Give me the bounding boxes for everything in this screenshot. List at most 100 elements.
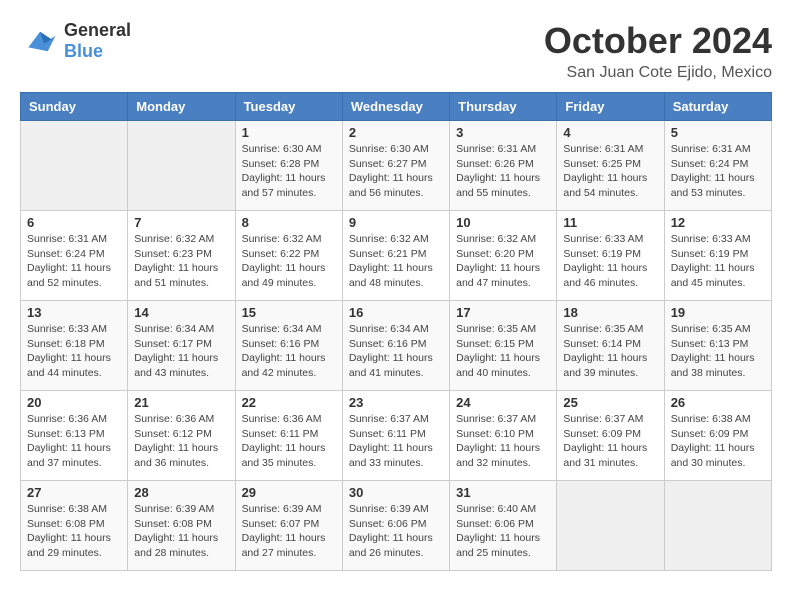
day-cell: 27 Sunrise: 6:38 AMSunset: 6:08 PMDayligh…: [21, 481, 128, 571]
day-number: 24: [456, 395, 550, 410]
day-cell: 5 Sunrise: 6:31 AMSunset: 6:24 PMDaylight…: [664, 121, 771, 211]
day-cell: 10 Sunrise: 6:32 AMSunset: 6:20 PMDayligh…: [450, 211, 557, 301]
day-number: 9: [349, 215, 443, 230]
day-number: 7: [134, 215, 228, 230]
day-cell: 7Sunrise: 6:32 AMSunset: 6:23 PMDaylight…: [128, 211, 235, 301]
day-info: Sunrise: 6:35 AMSunset: 6:13 PMDaylight:…: [671, 322, 765, 381]
day-cell: 13 Sunrise: 6:33 AMSunset: 6:18 PMDayligh…: [21, 301, 128, 391]
calendar-header: SundayMondayTuesdayWednesdayThursdayFrid…: [21, 93, 772, 121]
day-number: 14: [134, 305, 228, 320]
day-cell: 19 Sunrise: 6:35 AMSunset: 6:13 PMDayligh…: [664, 301, 771, 391]
day-cell: [21, 121, 128, 211]
day-cell: 11Sunrise: 6:33 AMSunset: 6:19 PMDayligh…: [557, 211, 664, 301]
day-cell: 28 Sunrise: 6:39 AMSunset: 6:08 PMDayligh…: [128, 481, 235, 571]
day-cell: 31 Sunrise: 6:40 AMSunset: 6:06 PMDayligh…: [450, 481, 557, 571]
calendar-body: 1 Sunrise: 6:30 AMSunset: 6:28 PMDaylight…: [21, 121, 772, 571]
week-row-2: 6 Sunrise: 6:31 AMSunset: 6:24 PMDaylight…: [21, 211, 772, 301]
day-cell: 9 Sunrise: 6:32 AMSunset: 6:21 PMDaylight…: [342, 211, 449, 301]
day-cell: 20Sunrise: 6:36 AMSunset: 6:13 PMDayligh…: [21, 391, 128, 481]
day-info: Sunrise: 6:33 AMSunset: 6:19 PMDaylight:…: [671, 232, 765, 291]
day-cell: 29 Sunrise: 6:39 AMSunset: 6:07 PMDayligh…: [235, 481, 342, 571]
day-info: Sunrise: 6:40 AMSunset: 6:06 PMDaylight:…: [456, 502, 550, 561]
day-number: 21: [134, 395, 228, 410]
day-info: Sunrise: 6:32 AMSunset: 6:22 PMDaylight:…: [242, 232, 336, 291]
day-cell: 18Sunrise: 6:35 AMSunset: 6:14 PMDayligh…: [557, 301, 664, 391]
day-number: 5: [671, 125, 765, 140]
header-cell-monday: Monday: [128, 93, 235, 121]
day-cell: 17 Sunrise: 6:35 AMSunset: 6:15 PMDayligh…: [450, 301, 557, 391]
day-info: Sunrise: 6:38 AMSunset: 6:08 PMDaylight:…: [27, 502, 121, 561]
logo-text: General Blue: [64, 20, 131, 62]
day-number: 2: [349, 125, 443, 140]
day-number: 8: [242, 215, 336, 230]
day-number: 1: [242, 125, 336, 140]
day-number: 17: [456, 305, 550, 320]
day-number: 16: [349, 305, 443, 320]
day-info: Sunrise: 6:39 AMSunset: 6:08 PMDaylight:…: [134, 502, 228, 561]
day-cell: 24Sunrise: 6:37 AMSunset: 6:10 PMDayligh…: [450, 391, 557, 481]
day-info: Sunrise: 6:35 AMSunset: 6:14 PMDaylight:…: [563, 322, 657, 381]
day-number: 13: [27, 305, 121, 320]
day-cell: 12 Sunrise: 6:33 AMSunset: 6:19 PMDayligh…: [664, 211, 771, 301]
week-row-5: 27 Sunrise: 6:38 AMSunset: 6:08 PMDayligh…: [21, 481, 772, 571]
day-info: Sunrise: 6:31 AMSunset: 6:25 PMDaylight:…: [563, 142, 657, 201]
header-cell-sunday: Sunday: [21, 93, 128, 121]
logo: General Blue: [20, 20, 131, 62]
day-info: Sunrise: 6:34 AMSunset: 6:16 PMDaylight:…: [349, 322, 443, 381]
day-info: Sunrise: 6:33 AMSunset: 6:19 PMDaylight:…: [563, 232, 657, 291]
day-info: Sunrise: 6:36 AMSunset: 6:12 PMDaylight:…: [134, 412, 228, 471]
day-info: Sunrise: 6:32 AMSunset: 6:20 PMDaylight:…: [456, 232, 550, 291]
day-number: 26: [671, 395, 765, 410]
day-info: Sunrise: 6:34 AMSunset: 6:16 PMDaylight:…: [242, 322, 336, 381]
day-info: Sunrise: 6:35 AMSunset: 6:15 PMDaylight:…: [456, 322, 550, 381]
day-info: Sunrise: 6:31 AMSunset: 6:24 PMDaylight:…: [671, 142, 765, 201]
day-number: 4: [563, 125, 657, 140]
day-cell: [664, 481, 771, 571]
day-cell: 26Sunrise: 6:38 AMSunset: 6:09 PMDayligh…: [664, 391, 771, 481]
day-cell: 16 Sunrise: 6:34 AMSunset: 6:16 PMDayligh…: [342, 301, 449, 391]
calendar-table: SundayMondayTuesdayWednesdayThursdayFrid…: [20, 92, 772, 571]
header-cell-friday: Friday: [557, 93, 664, 121]
day-number: 22: [242, 395, 336, 410]
day-info: Sunrise: 6:32 AMSunset: 6:21 PMDaylight:…: [349, 232, 443, 291]
week-row-3: 13 Sunrise: 6:33 AMSunset: 6:18 PMDayligh…: [21, 301, 772, 391]
header-cell-thursday: Thursday: [450, 93, 557, 121]
week-row-4: 20Sunrise: 6:36 AMSunset: 6:13 PMDayligh…: [21, 391, 772, 481]
day-cell: [557, 481, 664, 571]
day-number: 12: [671, 215, 765, 230]
day-number: 6: [27, 215, 121, 230]
day-number: 20: [27, 395, 121, 410]
day-cell: 1 Sunrise: 6:30 AMSunset: 6:28 PMDaylight…: [235, 121, 342, 211]
day-info: Sunrise: 6:30 AMSunset: 6:27 PMDaylight:…: [349, 142, 443, 201]
day-info: Sunrise: 6:37 AMSunset: 6:09 PMDaylight:…: [563, 412, 657, 471]
day-number: 31: [456, 485, 550, 500]
day-info: Sunrise: 6:34 AMSunset: 6:17 PMDaylight:…: [134, 322, 228, 381]
day-info: Sunrise: 6:36 AMSunset: 6:11 PMDaylight:…: [242, 412, 336, 471]
day-number: 28: [134, 485, 228, 500]
day-number: 29: [242, 485, 336, 500]
day-info: Sunrise: 6:39 AMSunset: 6:07 PMDaylight:…: [242, 502, 336, 561]
day-cell: 3Sunrise: 6:31 AMSunset: 6:26 PMDaylight…: [450, 121, 557, 211]
day-cell: 25Sunrise: 6:37 AMSunset: 6:09 PMDayligh…: [557, 391, 664, 481]
day-cell: 8 Sunrise: 6:32 AMSunset: 6:22 PMDaylight…: [235, 211, 342, 301]
day-cell: 15 Sunrise: 6:34 AMSunset: 6:16 PMDayligh…: [235, 301, 342, 391]
day-number: 10: [456, 215, 550, 230]
day-info: Sunrise: 6:30 AMSunset: 6:28 PMDaylight:…: [242, 142, 336, 201]
day-cell: 22 Sunrise: 6:36 AMSunset: 6:11 PMDayligh…: [235, 391, 342, 481]
location-title: San Juan Cote Ejido, Mexico: [544, 64, 772, 82]
title-area: October 2024 San Juan Cote Ejido, Mexico: [544, 20, 772, 82]
day-number: 15: [242, 305, 336, 320]
day-info: Sunrise: 6:31 AMSunset: 6:24 PMDaylight:…: [27, 232, 121, 291]
day-cell: 21 Sunrise: 6:36 AMSunset: 6:12 PMDayligh…: [128, 391, 235, 481]
page-header: General Blue October 2024 San Juan Cote …: [20, 20, 772, 82]
day-number: 30: [349, 485, 443, 500]
day-number: 27: [27, 485, 121, 500]
day-info: Sunrise: 6:39 AMSunset: 6:06 PMDaylight:…: [349, 502, 443, 561]
day-info: Sunrise: 6:33 AMSunset: 6:18 PMDaylight:…: [27, 322, 121, 381]
day-cell: [128, 121, 235, 211]
day-number: 3: [456, 125, 550, 140]
header-cell-wednesday: Wednesday: [342, 93, 449, 121]
day-number: 19: [671, 305, 765, 320]
header-row: SundayMondayTuesdayWednesdayThursdayFrid…: [21, 93, 772, 121]
header-cell-saturday: Saturday: [664, 93, 771, 121]
